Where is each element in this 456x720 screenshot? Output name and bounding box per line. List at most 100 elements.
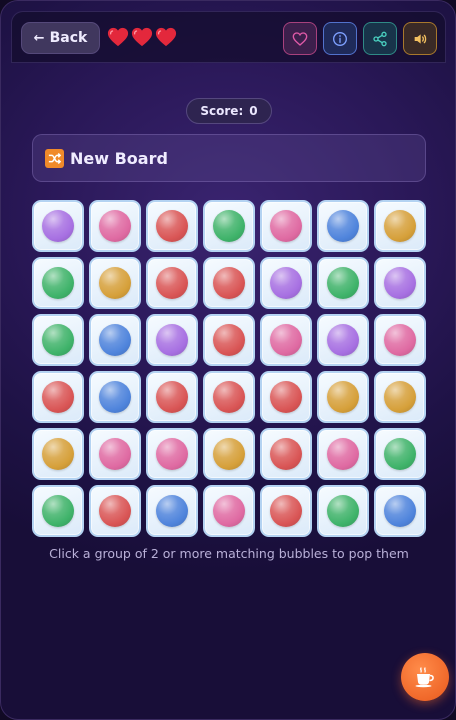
pink-bubble [270,210,302,242]
speaker-icon [414,33,427,44]
board-cell[interactable] [32,428,84,480]
board-cell[interactable] [32,485,84,537]
board-cell[interactable] [32,314,84,366]
board-cell[interactable] [89,371,141,423]
board-cell[interactable] [203,371,255,423]
red-bubble [213,381,245,413]
favorite-button[interactable] [283,22,317,55]
purple-bubble [384,267,416,299]
share-icon [373,31,387,46]
pink-bubble [99,438,131,470]
board-cell[interactable] [260,200,312,252]
green-bubble [42,324,74,356]
board-cell[interactable] [317,371,369,423]
board-cell[interactable] [260,314,312,366]
blue-bubble [156,495,188,527]
green-bubble [384,438,416,470]
back-button[interactable]: ← Back [21,22,100,54]
blue-bubble [327,210,359,242]
score-display: Score: 0 [186,98,272,124]
orange-bubble [99,267,131,299]
purple-bubble [327,324,359,356]
board-cell[interactable] [374,371,426,423]
board-cell[interactable] [146,200,198,252]
red-bubble [42,381,74,413]
board-cell[interactable] [317,200,369,252]
red-bubble [156,381,188,413]
board-cell[interactable] [203,257,255,309]
new-board-button[interactable]: New Board [32,134,426,182]
orange-bubble [327,381,359,413]
board-cell[interactable] [317,314,369,366]
board-cell[interactable] [146,257,198,309]
purple-bubble [156,324,188,356]
red-bubble [270,438,302,470]
instructions-text: Click a group of 2 or more matching bubb… [49,546,409,561]
board-cell[interactable] [89,428,141,480]
board-cell[interactable] [374,200,426,252]
sound-button[interactable] [403,22,437,55]
info-icon [333,31,347,46]
board-cell[interactable] [32,257,84,309]
board-cell[interactable] [89,485,141,537]
game-app: ← Back Score: 0 New Board Click a group … [0,0,456,720]
board-cell[interactable] [374,428,426,480]
pink-bubble [270,324,302,356]
board-cell[interactable] [260,257,312,309]
green-bubble [42,495,74,527]
red-bubble [213,324,245,356]
board-cell[interactable] [89,257,141,309]
top-bar: ← Back [11,11,446,63]
red-bubble [99,495,131,527]
board-cell[interactable] [317,485,369,537]
support-coffee-button[interactable] [401,653,449,701]
green-bubble [327,267,359,299]
board-cell[interactable] [374,314,426,366]
bubble-board [32,200,426,537]
board-cell[interactable] [146,485,198,537]
board-cell[interactable] [374,257,426,309]
pink-bubble [213,495,245,527]
orange-bubble [42,438,74,470]
blue-bubble [99,324,131,356]
heart-icon [107,27,129,47]
heart-outline-icon [292,31,308,46]
orange-bubble [384,210,416,242]
board-cell[interactable] [32,371,84,423]
new-board-label: New Board [70,148,168,168]
red-bubble [156,210,188,242]
score-value: 0 [249,104,258,118]
board-cell[interactable] [203,428,255,480]
arrow-left-icon: ← [33,30,45,46]
score-label: Score: [200,104,244,118]
board-cell[interactable] [89,200,141,252]
board-cell[interactable] [374,485,426,537]
blue-bubble [384,495,416,527]
board-cell[interactable] [203,200,255,252]
coffee-cup-icon [415,667,434,688]
heart-icon [131,27,153,47]
red-bubble [156,267,188,299]
red-bubble [270,495,302,527]
board-cell[interactable] [146,371,198,423]
purple-bubble [270,267,302,299]
board-cell[interactable] [32,200,84,252]
board-cell[interactable] [203,485,255,537]
heart-icon [155,27,177,47]
board-cell[interactable] [260,428,312,480]
share-button[interactable] [363,22,397,55]
info-button[interactable] [323,22,357,55]
pink-bubble [156,438,188,470]
board-cell[interactable] [203,314,255,366]
back-button-label: Back [49,30,88,46]
board-cell[interactable] [146,428,198,480]
board-cell[interactable] [146,314,198,366]
board-cell[interactable] [260,371,312,423]
purple-bubble [42,210,74,242]
board-cell[interactable] [317,257,369,309]
red-bubble [270,381,302,413]
board-cell[interactable] [260,485,312,537]
board-cell[interactable] [89,314,141,366]
red-bubble [213,267,245,299]
board-cell[interactable] [317,428,369,480]
